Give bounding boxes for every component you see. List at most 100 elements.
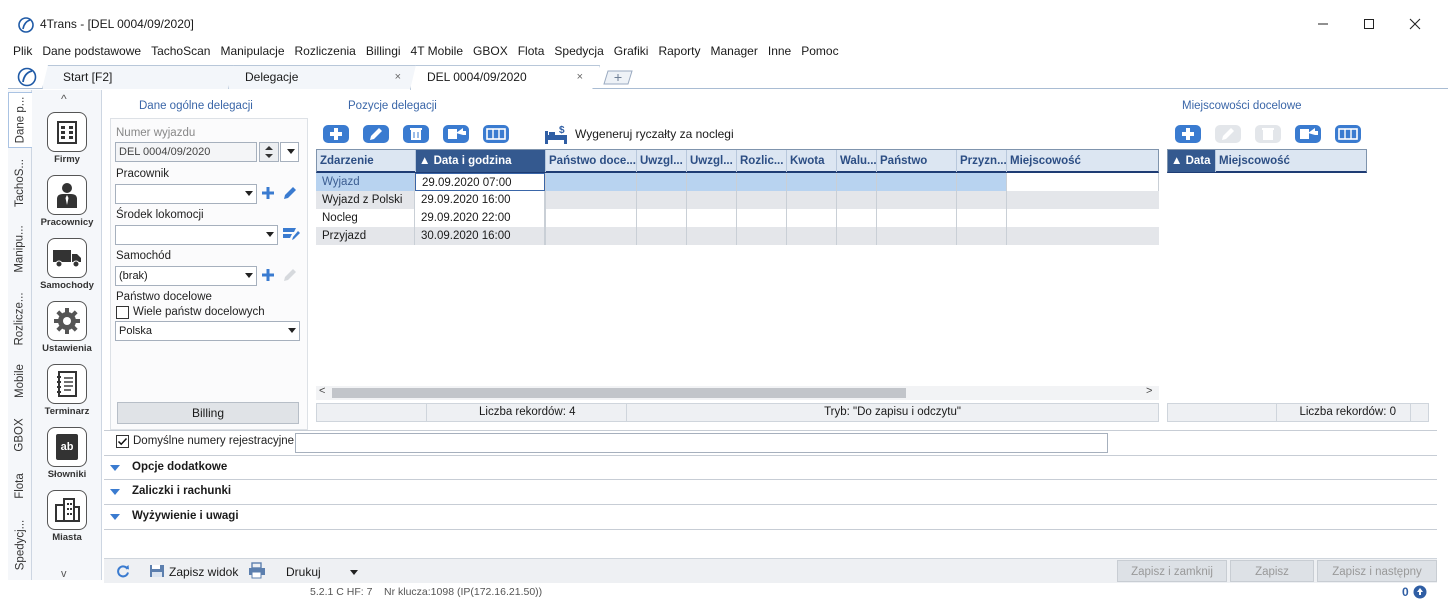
close-window-button[interactable] [1392, 8, 1438, 40]
scroll-left-button[interactable]: < [319, 385, 325, 397]
col-waluta[interactable]: Walu... [837, 150, 877, 172]
menu-item-billingi[interactable]: Billingi [361, 42, 406, 60]
country-select[interactable]: Polska [115, 321, 300, 341]
launcher-miasta[interactable]: Miasta [32, 490, 102, 543]
col-przyznano[interactable]: Przyzn... [957, 150, 1007, 172]
refresh-button[interactable] [116, 564, 130, 578]
employee-select[interactable] [115, 184, 257, 204]
col-rozliczenie[interactable]: Rozlic... [737, 150, 787, 172]
add-car-button[interactable] [261, 268, 275, 282]
vtab-gbox[interactable]: GBOX [8, 410, 32, 460]
col-uwzglednij-1[interactable]: Uwzgl... [637, 150, 687, 172]
accordion-zaliczki-rachunki[interactable]: Zaliczki i rachunki [104, 480, 1437, 505]
edit-employee-button[interactable] [282, 185, 298, 201]
menu-item-gbox[interactable]: GBOX [468, 42, 513, 60]
launcher-samochody[interactable]: Samochody [32, 238, 102, 291]
billing-button[interactable]: Billing [117, 402, 299, 424]
menu-item-tachoscan[interactable]: TachoScan [146, 42, 215, 60]
tab-delegacje[interactable]: Delegacje × [228, 65, 418, 89]
menu-item-grafiki[interactable]: Grafiki [609, 42, 654, 60]
vtab-label: Mobile [14, 364, 27, 398]
col-panstwo-docelowe[interactable]: Państwo doce... [546, 150, 637, 172]
menu-item-spedycja[interactable]: Spedycja [549, 42, 608, 60]
launcher-pracownicy[interactable]: Pracownicy [32, 175, 102, 228]
accordion-wyzywienie-uwagi[interactable]: Wyżywienie i uwagi [104, 505, 1437, 530]
columns-button[interactable] [483, 124, 509, 144]
vtab-spedycja[interactable]: Spedycj... [8, 514, 32, 576]
launcher-terminarz[interactable]: Terminarz [32, 364, 102, 417]
launcher-ustawienia[interactable]: Ustawienia [32, 301, 102, 354]
save-view-button[interactable]: Zapisz widok [169, 565, 238, 579]
menu-item-4t-mobile[interactable]: 4T Mobile [406, 42, 468, 60]
col-data-godzina[interactable]: ▲ Data i godzina [416, 150, 546, 172]
destination-columns-button[interactable] [1335, 124, 1361, 144]
vtab-tachoscan[interactable]: TachoS... [8, 152, 32, 214]
menu-item-plik[interactable]: Plik [8, 42, 37, 60]
menu-item-raporty[interactable]: Raporty [653, 42, 705, 60]
col-dest-data[interactable]: ▲ Data [1168, 150, 1216, 172]
window-title: 4Trans - [DEL 0004/09/2020] [40, 17, 194, 31]
col-miejscowosc[interactable]: Miejscowość [1007, 150, 1158, 172]
print-icon[interactable] [248, 562, 266, 579]
menu-item-flota[interactable]: Flota [513, 42, 550, 60]
col-dest-miejscowosc[interactable]: Miejscowość [1216, 150, 1366, 172]
save-next-button[interactable]: Zapisz i następny [1317, 560, 1437, 582]
reg-numbers-checkbox[interactable] [116, 435, 129, 448]
new-tab-button[interactable] [601, 69, 635, 85]
tab-del-0004[interactable]: DEL 0004/09/2020 × [410, 65, 600, 90]
tab-start[interactable]: Start [F2] [42, 65, 237, 89]
vtab-rozliczenia[interactable]: Rozlicze... [8, 286, 32, 352]
add-destination-button[interactable] [1175, 124, 1201, 144]
save-view-icon[interactable] [149, 563, 165, 578]
car-select[interactable]: (brak) [115, 266, 257, 286]
add-employee-button[interactable] [261, 186, 275, 200]
menu-item-manipulacje[interactable]: Manipulacje [215, 42, 289, 60]
transport-list-button[interactable] [282, 226, 300, 242]
launcher-slowniki[interactable]: ab Słowniki [32, 427, 102, 480]
launcher-scroll-down[interactable]: v [61, 568, 67, 580]
minimize-button[interactable] [1300, 8, 1346, 40]
scroll-right-button[interactable]: > [1146, 385, 1152, 397]
vtab-dane-podstawowe[interactable]: Dane p... [8, 92, 32, 148]
save-button[interactable]: Zapisz [1230, 560, 1314, 582]
menu-item-dane-podstawowe[interactable]: Dane podstawowe [37, 42, 146, 60]
col-zdarzenie[interactable]: Zdarzenie [317, 150, 416, 172]
col-kwota[interactable]: Kwota [787, 150, 837, 172]
print-dropdown-arrow[interactable] [350, 570, 358, 575]
delete-position-button[interactable] [403, 124, 429, 144]
print-button[interactable]: Drukuj [286, 565, 321, 579]
export-position-button[interactable] [443, 124, 469, 144]
generate-lodging-button[interactable]: $ [544, 124, 568, 146]
add-position-button[interactable] [323, 124, 349, 144]
positions-hscrollbar[interactable]: < > [316, 385, 1159, 400]
vtab-flota[interactable]: Flota [8, 462, 32, 510]
menu-item-manager[interactable]: Manager [705, 42, 762, 60]
generate-lodging-label[interactable]: Wygeneruj ryczałty za noclegi [575, 127, 734, 141]
notification-icon[interactable] [1413, 585, 1427, 599]
edit-position-button[interactable] [363, 124, 389, 144]
trip-number-stepper[interactable] [259, 142, 279, 162]
trip-number-dropdown[interactable] [280, 142, 299, 162]
transport-select[interactable] [115, 225, 278, 245]
scroll-thumb[interactable] [332, 388, 906, 398]
trip-number-field[interactable]: DEL 0004/09/2020 [115, 142, 257, 162]
vtab-mobile[interactable]: Mobile [8, 356, 32, 406]
launcher-firmy[interactable]: Firmy [32, 112, 102, 165]
tab-close-icon[interactable]: × [395, 66, 401, 89]
menu-item-pomoc[interactable]: Pomoc [796, 42, 843, 60]
tab-close-icon[interactable]: × [577, 66, 583, 89]
multi-country-checkbox[interactable] [116, 306, 129, 319]
menu-item-inne[interactable]: Inne [763, 42, 796, 60]
accordion-opcje-dodatkowe[interactable]: Opcje dodatkowe [104, 455, 1437, 480]
col-panstwo[interactable]: Państwo [877, 150, 957, 172]
export-destination-button[interactable] [1295, 124, 1321, 144]
gear-icon [47, 301, 87, 341]
menu-item-rozliczenia[interactable]: Rozliczenia [290, 42, 361, 60]
save-close-button[interactable]: Zapisz i zamknij [1117, 560, 1227, 582]
vtab-manipulacje[interactable]: Manipu... [8, 218, 32, 280]
col-uwzglednij-2[interactable]: Uwzgl... [687, 150, 737, 172]
maximize-button[interactable] [1346, 8, 1392, 40]
reg-numbers-field[interactable] [295, 433, 1108, 453]
launcher-scroll-up[interactable]: ^ [61, 92, 67, 106]
home-logo-icon[interactable] [17, 67, 37, 87]
